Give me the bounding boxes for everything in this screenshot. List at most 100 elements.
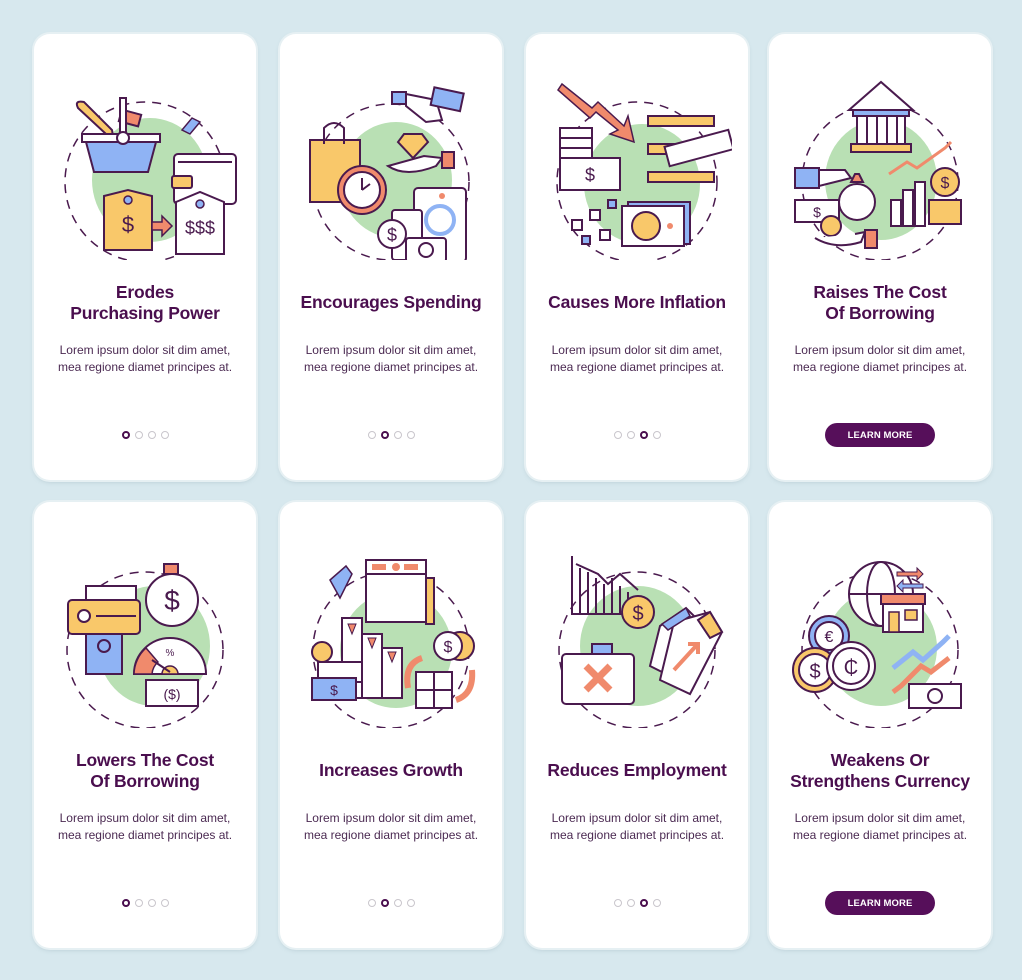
screen-description: Lorem ipsum dolor sit dim amet, mea regi… (57, 343, 233, 374)
onboarding-screen-weakens-or-strengthens-currency: € $ ₵ Weakens Or Strengthens Currency Lo… (769, 502, 991, 948)
svg-text:($): ($) (163, 686, 180, 702)
onboarding-screen-causes-more-inflation: $ Causes More Inflation Lorem ipsum dolo… (526, 34, 748, 480)
briefcase-x-icon (561, 643, 635, 705)
price-tag-triple-dollar-icon: $$$ (175, 190, 225, 255)
page-dot-2-active[interactable] (380, 899, 389, 907)
page-dot-4[interactable] (406, 899, 415, 907)
screen-title: Encourages Spending (286, 292, 496, 313)
page-dot-4[interactable] (160, 899, 169, 907)
screen-title: Lowers The Cost Of Borrowing (40, 750, 250, 792)
title-line: Weakens Or (830, 750, 930, 770)
camera-icon (405, 237, 447, 260)
page-dot-1[interactable] (367, 431, 376, 439)
spending-illustration-icon: $ (296, 70, 486, 260)
page-dot-4[interactable] (652, 431, 661, 439)
banknote-icon (908, 683, 962, 709)
onboarding-screen-increases-growth: $ $ Increases Growth Lorem ipsum dolor s… (280, 502, 502, 948)
inflation-illustration-icon: $ (542, 70, 732, 260)
page-dot-2-active[interactable] (380, 431, 389, 439)
screen-title: Increases Growth (286, 760, 496, 781)
page-indicator (526, 899, 748, 907)
lowers-borrowing-illustration-icon: $ % ($) (50, 538, 240, 728)
page-dot-3[interactable] (147, 431, 156, 439)
boxes-icon (415, 671, 453, 709)
page-dot-3[interactable] (393, 899, 402, 907)
svg-text:$: $ (387, 225, 397, 245)
page-dot-1[interactable] (367, 899, 376, 907)
svg-text:€: € (825, 629, 834, 646)
page-dot-4[interactable] (406, 431, 415, 439)
title-line: Reduces Employment (547, 760, 727, 780)
svg-text:$: $ (122, 212, 134, 237)
svg-text:$: $ (330, 682, 338, 698)
title-line: Of Borrowing (90, 771, 200, 791)
page-dot-2[interactable] (626, 899, 635, 907)
learn-more-button[interactable]: LEARN MORE (825, 423, 935, 447)
coin-icon: $ (433, 631, 475, 661)
title-line: Of Borrowing (825, 303, 935, 323)
screen-description: Lorem ipsum dolor sit dim amet, mea regi… (549, 811, 725, 842)
screen-description: Lorem ipsum dolor sit dim amet, mea regi… (792, 343, 968, 374)
svg-text:₵: ₵ (844, 657, 858, 679)
svg-text:$: $ (585, 165, 595, 185)
cedi-coin-icon: ₵ (826, 641, 876, 691)
screen-title: Erodes Purchasing Power (40, 282, 250, 324)
page-indicator (34, 899, 256, 907)
browser-window-icon (365, 559, 435, 625)
page-indicator (280, 899, 502, 907)
title-line: Strengthens Currency (790, 771, 970, 791)
page-dot-2[interactable] (626, 431, 635, 439)
employment-illustration-icon: $ (542, 538, 732, 728)
bank-building-icon (846, 80, 916, 153)
page-dot-1[interactable] (613, 899, 622, 907)
page-dot-1-active[interactable] (121, 899, 130, 907)
bread-icon (75, 100, 114, 137)
page-dot-3[interactable] (393, 431, 402, 439)
svg-text:$: $ (444, 639, 453, 656)
svg-text:$: $ (809, 661, 820, 683)
svg-text:%: % (166, 648, 175, 659)
svg-text:$: $ (164, 585, 180, 616)
onboarding-screen-encourages-spending: $ Encourages Spending Lorem ipsum dolor … (280, 34, 502, 480)
onboarding-screen-reduces-employment: $ Reduces Employment Lorem ipsum dolor s… (526, 502, 748, 948)
screen-title: Causes More Inflation (532, 292, 742, 313)
onboarding-screen-raises-cost-of-borrowing: $ $ Raises The Cost Of Borrowing Lorem i (769, 34, 991, 480)
page-dot-3[interactable] (147, 899, 156, 907)
screen-description: Lorem ipsum dolor sit dim amet, mea regi… (57, 811, 233, 842)
svg-text:$: $ (632, 603, 643, 625)
learn-more-button[interactable]: LEARN MORE (825, 891, 935, 915)
page-indicator (280, 431, 502, 439)
title-line: Encourages Spending (300, 292, 482, 312)
svg-text:$: $ (941, 175, 950, 192)
moth-icon (180, 117, 202, 135)
page-indicator (34, 431, 256, 439)
banknote-icon: ($) (145, 679, 199, 707)
svg-text:$: $ (813, 204, 821, 220)
page-dot-2[interactable] (134, 899, 143, 907)
page-dot-1[interactable] (613, 431, 622, 439)
title-line: Erodes (115, 282, 175, 302)
title-line: Increases Growth (319, 760, 463, 780)
hand-with-cash-icon (391, 86, 465, 124)
moth-icon (329, 564, 353, 600)
dollar-coin-icon: $ (621, 595, 655, 629)
money-bomb-icon: $ (145, 563, 199, 627)
gold-bars-icon (647, 115, 732, 183)
screen-title: Reduces Employment (532, 760, 742, 781)
page-dot-2[interactable] (134, 431, 143, 439)
screen-title: Weakens Or Strengthens Currency (775, 750, 985, 792)
currency-illustration-icon: € $ ₵ (785, 538, 975, 728)
page-indicator (526, 431, 748, 439)
onboarding-screen-erodes-purchasing-power: $ $$$ Erodes Purchasing Power Lorem ipsu… (34, 34, 256, 480)
screen-description: Lorem ipsum dolor sit dim amet, mea regi… (792, 811, 968, 842)
page-dot-3-active[interactable] (639, 899, 648, 907)
page-dot-4[interactable] (652, 899, 661, 907)
title-line: Purchasing Power (70, 303, 220, 323)
page-dot-1-active[interactable] (121, 431, 130, 439)
page-dot-4[interactable] (160, 431, 169, 439)
title-line: Raises The Cost (813, 282, 947, 302)
screen-description: Lorem ipsum dolor sit dim amet, mea regi… (303, 811, 479, 842)
page-dot-3-active[interactable] (639, 431, 648, 439)
bank-borrowing-illustration-icon: $ $ (785, 70, 975, 260)
screen-description: Lorem ipsum dolor sit dim amet, mea regi… (549, 343, 725, 374)
